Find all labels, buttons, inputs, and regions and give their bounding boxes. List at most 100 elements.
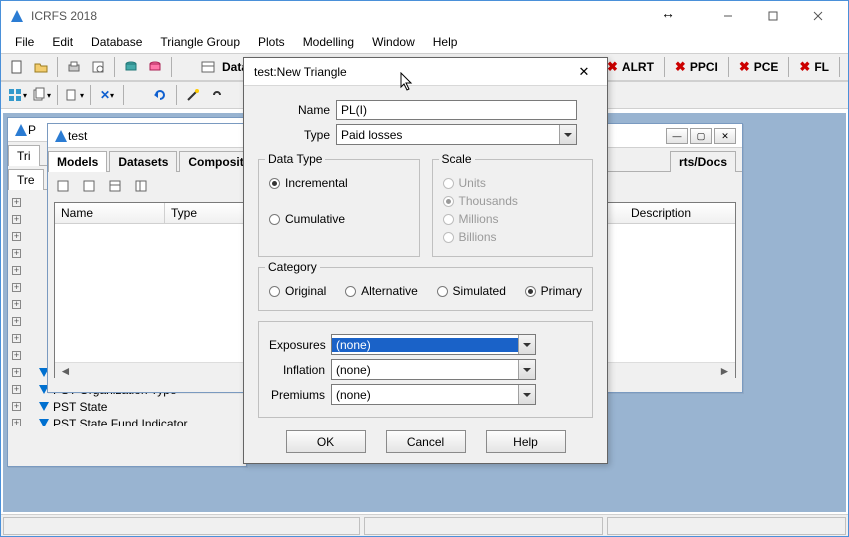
menu-edit[interactable]: Edit <box>44 33 81 51</box>
inflation-label: Inflation <box>269 363 331 377</box>
chevron-down-icon[interactable] <box>518 335 535 354</box>
toolbar-btn-open[interactable] <box>30 56 52 78</box>
mini-btn-1[interactable] <box>52 175 74 197</box>
tree-item[interactable]: +PST State Fund Indicator <box>12 415 242 426</box>
scroll-left-icon[interactable]: ◄ <box>57 364 74 379</box>
tree-expand-icon[interactable]: + <box>12 334 21 343</box>
name-input[interactable] <box>336 100 577 120</box>
tb2-btn-delete[interactable]: ✕▾ <box>96 84 118 106</box>
exposures-combo[interactable]: (none) <box>331 334 536 355</box>
tree-expand-icon[interactable]: + <box>12 317 21 326</box>
app-icon <box>9 8 25 24</box>
radio-alternative[interactable]: Alternative <box>345 284 418 298</box>
dialog-close-button[interactable]: ✕ <box>571 61 597 83</box>
tree-expand-icon[interactable]: + <box>12 351 21 360</box>
type-combo[interactable]: Paid losses <box>336 124 577 145</box>
tree-window-icon <box>14 123 28 137</box>
radio-incremental[interactable]: Incremental <box>269 176 409 190</box>
inflation-combo[interactable]: (none) <box>331 359 536 380</box>
tab-rtsdocs[interactable]: rts/Docs <box>670 151 736 172</box>
chevron-down-icon[interactable] <box>559 125 576 144</box>
premiums-label: Premiums <box>269 388 331 402</box>
close-button[interactable] <box>795 2 840 30</box>
menu-modelling[interactable]: Modelling <box>295 33 362 51</box>
mini-btn-3[interactable] <box>104 175 126 197</box>
datatype-group: Data Type Incremental Cumulative <box>258 159 420 257</box>
radio-simulated[interactable]: Simulated <box>437 284 506 298</box>
menu-window[interactable]: Window <box>364 33 423 51</box>
toolbar-btn-preview[interactable] <box>87 56 109 78</box>
tab-models[interactable]: Models <box>48 151 107 172</box>
scroll-right-icon[interactable]: ► <box>716 364 733 379</box>
menu-bar: File Edit Database Triangle Group Plots … <box>1 31 848 53</box>
toolbar-btn-db2[interactable] <box>144 56 166 78</box>
menu-help[interactable]: Help <box>425 33 466 51</box>
tree-expand-icon[interactable]: + <box>12 385 21 394</box>
chevron-down-icon[interactable] <box>518 360 535 379</box>
menu-file[interactable]: File <box>7 33 42 51</box>
radio-thousands: Thousands <box>443 194 583 208</box>
tree-expand-icon[interactable]: + <box>12 198 21 207</box>
radio-original[interactable]: Original <box>269 284 326 298</box>
radio-primary[interactable]: Primary <box>525 284 582 298</box>
cancel-button[interactable]: Cancel <box>386 430 466 453</box>
ok-button[interactable]: OK <box>286 430 366 453</box>
tree-expand-icon[interactable]: + <box>12 368 21 377</box>
window-title: ICRFS 2018 <box>31 9 705 23</box>
tb2-btn-grid[interactable]: ▾ <box>6 84 28 106</box>
toolbar-btn-db1[interactable] <box>120 56 142 78</box>
tree-expand-icon[interactable]: + <box>12 215 21 224</box>
tree-expand-icon[interactable]: + <box>12 232 21 241</box>
tree-expand-icon[interactable]: + <box>12 419 21 426</box>
toolbar-btn-alrt[interactable]: ✖ALRT <box>601 57 660 77</box>
toolbar-btn-new[interactable] <box>6 56 28 78</box>
menu-triangle-group[interactable]: Triangle Group <box>152 33 248 51</box>
tab-datasets[interactable]: Datasets <box>109 151 177 172</box>
resize-handle-icon: ↔ <box>661 5 675 21</box>
toolbar-btn-ppci[interactable]: ✖PPCI <box>669 57 724 77</box>
radio-cumulative[interactable]: Cumulative <box>269 212 409 226</box>
tree-expand-icon[interactable]: + <box>12 266 21 275</box>
name-label: Name <box>274 103 336 117</box>
menu-database[interactable]: Database <box>83 33 150 51</box>
mdi-minimize[interactable]: — <box>666 128 688 144</box>
tb2-btn-undo[interactable] <box>149 84 171 106</box>
toolbar-btn-pce[interactable]: ✖PCE <box>733 57 785 77</box>
toolbar-btn-fl[interactable]: ✖FL <box>793 57 835 77</box>
col-type[interactable]: Type <box>165 203 255 223</box>
category-legend: Category <box>265 260 320 274</box>
tree-tab-tre[interactable]: Tre <box>8 169 44 190</box>
premiums-combo[interactable]: (none) <box>331 384 536 405</box>
help-button[interactable]: Help <box>486 430 566 453</box>
tree-tab-tri[interactable]: Tri <box>8 145 40 166</box>
menu-plots[interactable]: Plots <box>250 33 293 51</box>
tree-expand-icon[interactable]: + <box>12 249 21 258</box>
title-bar: ICRFS 2018 ↔ <box>1 1 848 31</box>
radio-billions: Billions <box>443 230 583 244</box>
mdi-close[interactable]: ✕ <box>714 128 736 144</box>
tb2-btn-copy[interactable]: ▾ <box>30 84 52 106</box>
chevron-down-icon[interactable] <box>518 385 535 404</box>
tree-expand-icon[interactable]: + <box>12 283 21 292</box>
minimize-button[interactable] <box>705 2 750 30</box>
category-group: Category Original Alternative Simulated … <box>258 267 593 311</box>
dialog-title: test:New Triangle <box>254 65 571 79</box>
tree-expand-icon[interactable]: + <box>12 402 21 411</box>
new-triangle-dialog: test:New Triangle ✕ Name Type Paid losse… <box>243 57 608 464</box>
tb2-btn-paste[interactable]: ▾ <box>63 84 85 106</box>
col-description[interactable]: Description <box>625 203 735 223</box>
tb2-btn-link[interactable] <box>206 84 228 106</box>
tree-item[interactable]: +PST State <box>12 398 242 415</box>
maximize-button[interactable] <box>750 2 795 30</box>
mdi-maximize[interactable]: ▢ <box>690 128 712 144</box>
mini-btn-2[interactable] <box>78 175 100 197</box>
triangle-icon <box>39 402 49 411</box>
tb2-btn-wand[interactable] <box>182 84 204 106</box>
test-window-title: test <box>68 129 87 143</box>
tree-expand-icon[interactable]: + <box>12 300 21 309</box>
col-name[interactable]: Name <box>55 203 165 223</box>
status-bar <box>1 514 848 536</box>
mini-btn-4[interactable] <box>130 175 152 197</box>
toolbar-btn-datab[interactable] <box>197 56 219 78</box>
toolbar-btn-print[interactable] <box>63 56 85 78</box>
